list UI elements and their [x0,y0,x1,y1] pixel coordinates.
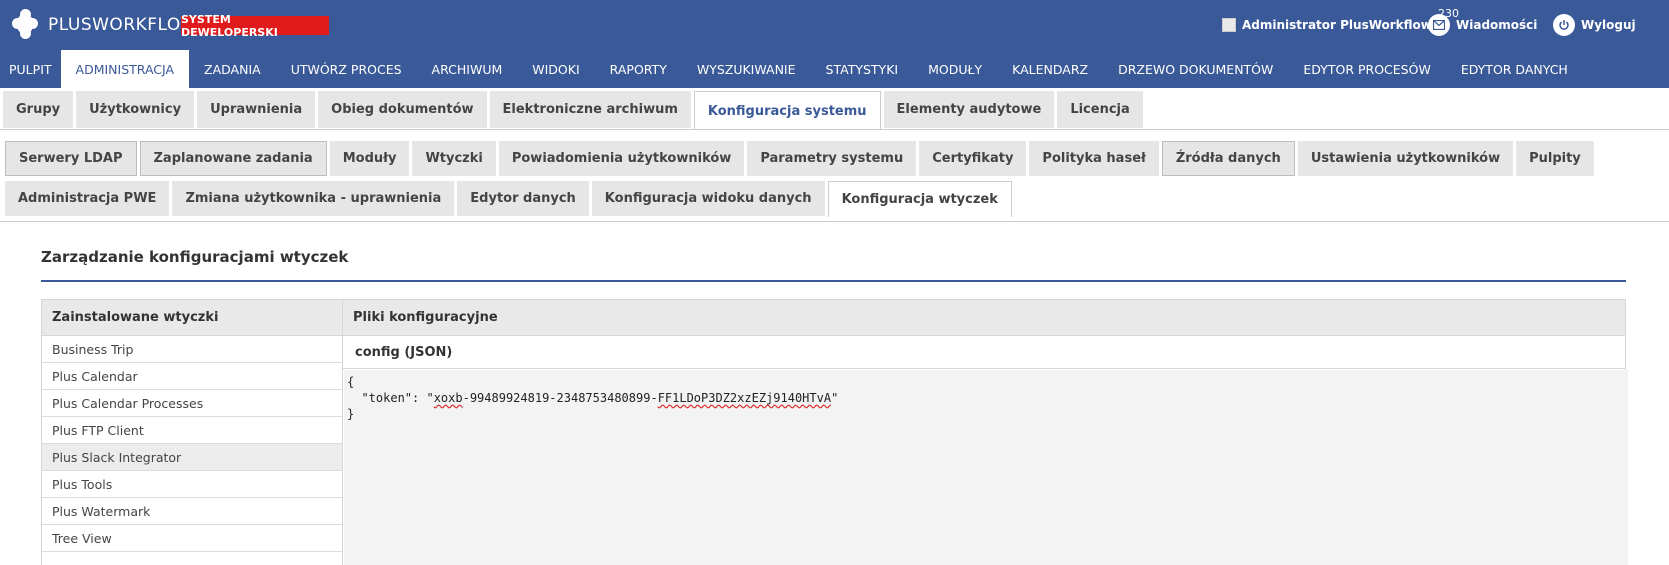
tab-obieg-dokumentow[interactable]: Obieg dokumentów [318,91,487,128]
installed-plugins-panel: Zainstalowane wtyczki Business Trip Plus… [41,299,343,565]
plugin-item[interactable]: Tree View [42,525,342,552]
tab-ustawienia-uzytkownikow[interactable]: Ustawienia użytkowników [1297,141,1514,176]
logout-label: Wyloguj [1581,18,1636,32]
tab-licencja[interactable]: Licencja [1057,91,1143,128]
plugin-item[interactable]: Plus Tools [42,471,342,498]
tab-konfiguracja-wtyczek[interactable]: Konfiguracja wtyczek [827,181,1012,217]
nav-archiwum[interactable]: ARCHIWUM [417,50,518,88]
tab-uprawnienia[interactable]: Uprawnienia [197,91,316,128]
main-nav: PULPIT ADMINISTRACJA ZADANIA UTWÓRZ PROC… [0,50,1669,88]
editor-line: { [347,375,355,389]
nav-widoki[interactable]: WIDOKI [517,50,594,88]
installed-plugins-header: Zainstalowane wtyczki [42,300,342,336]
nav-moduly[interactable]: MODUŁY [913,50,997,88]
tab-administracja-pwe[interactable]: Administracja PWE [5,181,170,216]
nav-utworz-proces[interactable]: UTWÓRZ PROCES [276,50,417,88]
logout-button[interactable]: Wyloguj [1553,0,1636,50]
nav-drzewo-dokumentow[interactable]: DRZEWO DOKUMENTÓW [1103,50,1288,88]
power-icon [1553,14,1575,36]
tab-zmiana-uzytkownika-uprawnienia[interactable]: Zmiana użytkownika - uprawnienia [172,181,455,216]
logo[interactable]: PLUSWORKFLOW [12,9,198,41]
tab-polityka-hasel[interactable]: Polityka haseł [1029,141,1159,176]
user-menu[interactable]: Administrator PlusWorkflow [1222,0,1432,50]
config-json-header: config (JSON) [343,336,1625,369]
tab-powiadomienia-uzytkownikow[interactable]: Powiadomienia użytkowników [498,141,745,176]
messages-count: 230 [1438,7,1459,20]
tab-konfiguracja-systemu[interactable]: Konfiguracja systemu [693,91,881,130]
plugin-item[interactable]: Plus Calendar [42,363,342,390]
system-badge: SYSTEM DEWELOPERSKI [181,13,329,39]
editor-token-part1: xoxb [433,391,463,405]
tab-pulpity[interactable]: Pulpity [1516,141,1594,176]
tab-wtyczki[interactable]: Wtyczki [412,141,496,176]
tab-uzytkownicy[interactable]: Użytkownicy [76,91,195,128]
nav-edytor-procesow[interactable]: EDYTOR PROCESÓW [1288,50,1445,88]
messages-label: Wiadomości [1456,18,1538,32]
tab-konfiguracja-widoku-danych[interactable]: Konfiguracja widoku danych [591,181,825,216]
user-name: Administrator PlusWorkflow [1242,18,1432,32]
editor-line: } [347,407,355,421]
title-underline [41,280,1626,282]
tab-elementy-audytowe[interactable]: Elementy audytowe [883,91,1055,128]
editor-token-mid: -99489924819-2348753480899- [462,391,658,405]
tab-zaplanowane-zadania[interactable]: Zaplanowane zadania [139,141,327,176]
plugin-item[interactable]: Plus FTP Client [42,417,342,444]
tabs2-divider [0,221,1669,222]
tab-moduly[interactable]: Moduły [329,141,410,176]
admin-tabs: Grupy Użytkownicy Uprawnienia Obieg doku… [0,91,1143,130]
tab-edytor-danych[interactable]: Edytor danych [457,181,589,216]
plugin-item[interactable]: Business Trip [42,336,342,363]
user-avatar-icon [1222,18,1236,32]
tab-certyfikaty[interactable]: Certyfikaty [919,141,1027,176]
editor-token-end: " [831,391,839,405]
nav-zadania[interactable]: ZADANIA [189,50,276,88]
tab-zrodla-danych[interactable]: Źródła danych [1161,141,1295,176]
config-json-editor[interactable]: { "token": "xoxb-99489924819-23487534808… [344,370,1628,565]
nav-wyszukiwanie[interactable]: WYSZUKIWANIE [682,50,811,88]
tab-grupy[interactable]: Grupy [3,91,74,128]
editor-token-key: "token": " [347,391,434,405]
editor-token-part2: FF1LDoP3DZ2xzEZj9140HTvA [657,391,832,405]
nav-administracja[interactable]: ADMINISTRACJA [60,50,190,88]
plugin-item-selected[interactable]: Plus Slack Integrator [42,444,342,471]
tabs1-divider [0,129,1669,130]
nav-raporty[interactable]: RAPORTY [595,50,682,88]
plugin-item[interactable]: Plus Calendar Processes [42,390,342,417]
nav-edytor-danych[interactable]: EDYTOR DANYCH [1446,50,1583,88]
tab-parametry-systemu[interactable]: Parametry systemu [747,141,917,176]
config-files-header: Pliki konfiguracyjne [343,300,1625,336]
logo-plus: PLUS [48,15,93,35]
logo-text: PLUSWORKFLOW [48,15,198,35]
plusworkflow-logo-icon [12,9,38,41]
page-title: Zarządzanie konfiguracjami wtyczek [41,248,349,266]
editor-line: "token": "xoxb-99489924819-2348753480899… [347,390,1625,406]
nav-pulpit[interactable]: PULPIT [0,50,61,88]
nav-kalendarz[interactable]: KALENDARZ [997,50,1103,88]
nav-statystyki[interactable]: STATYSTYKI [811,50,914,88]
tab-elektroniczne-archiwum[interactable]: Elektroniczne archiwum [489,91,691,128]
envelope-icon: 230 [1428,7,1459,36]
plugin-item[interactable]: Plus Watermark [42,498,342,525]
top-header: PLUSWORKFLOW SYSTEM DEWELOPERSKI Adminis… [0,0,1669,50]
system-config-tabs: Serwery LDAP Zaplanowane zadania Moduły … [5,141,1645,217]
tab-serwery-ldap[interactable]: Serwery LDAP [5,141,137,176]
messages-link[interactable]: 230 Wiadomości [1428,0,1537,50]
